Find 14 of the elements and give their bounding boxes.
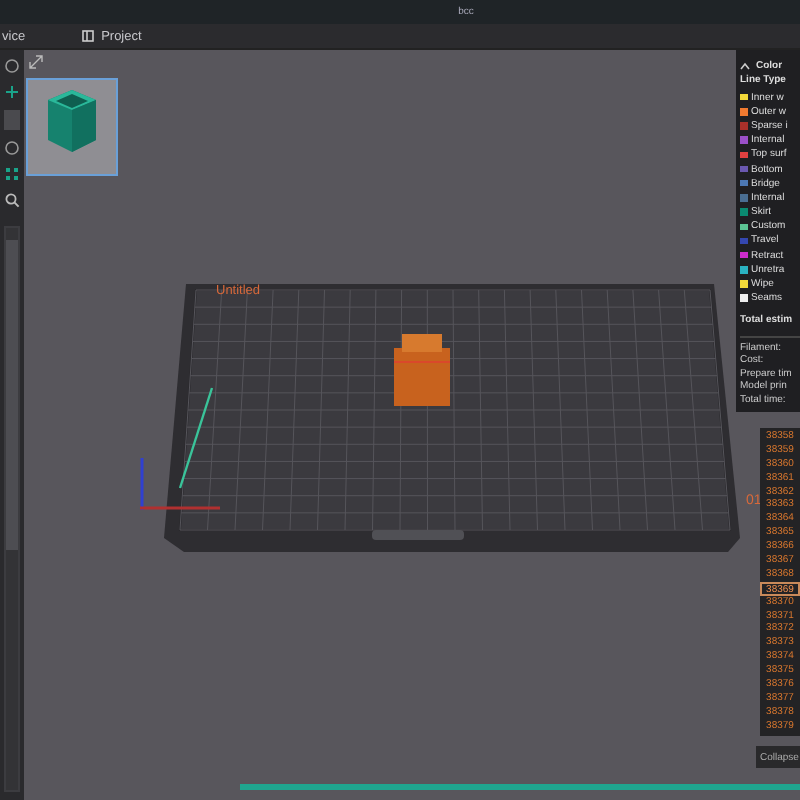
- search-icon[interactable]: [4, 192, 20, 208]
- scrollbar[interactable]: [4, 226, 20, 792]
- circle-icon[interactable]: [4, 140, 20, 156]
- axes-drawing: [140, 387, 220, 510]
- color-swatch[interactable]: [4, 110, 20, 130]
- collapse-icon[interactable]: [740, 61, 750, 69]
- grid-icon[interactable]: [4, 166, 20, 182]
- plate-thumbnail[interactable]: [26, 78, 118, 176]
- layer-slider[interactable]: [240, 784, 800, 790]
- expand-icon[interactable]: [28, 54, 44, 70]
- printed-object: [393, 334, 451, 406]
- plus-icon[interactable]: [4, 84, 20, 100]
- circle-icon[interactable]: [4, 58, 20, 74]
- panel-icon: [81, 30, 94, 42]
